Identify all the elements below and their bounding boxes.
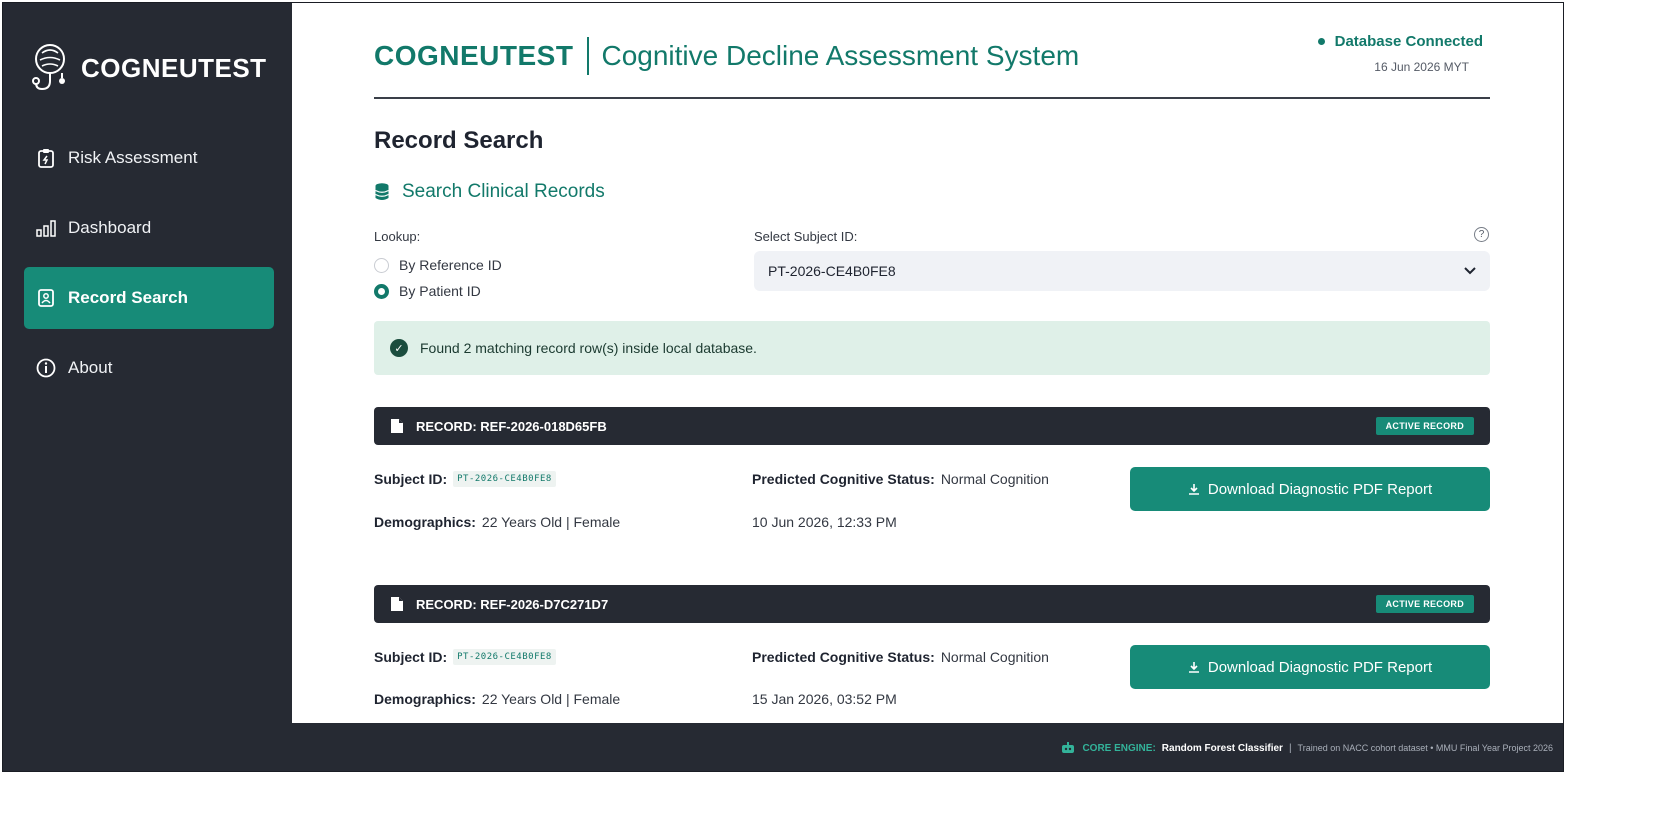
info-icon <box>36 358 56 378</box>
field-label: Subject ID: <box>374 471 448 487</box>
brand-header: COGNEUTEST Cognitive Decline Assessment … <box>374 37 1079 75</box>
subject-id-code: PT-2026-CE4B0FE8 <box>453 471 556 487</box>
status-dot-icon <box>1317 38 1325 45</box>
field-label: Subject ID: <box>374 649 448 665</box>
field-label: Demographics: <box>374 691 476 707</box>
main-content: COGNEUTEST Cognitive Decline Assessment … <box>292 3 1563 723</box>
subject-id-code: PT-2026-CE4B0FE8 <box>453 649 556 665</box>
record-timestamp: 10 Jun 2026, 12:33 PM <box>752 514 897 530</box>
demographics-field: Demographics: 22 Years Old | Female <box>374 691 620 707</box>
logo: COGNEUTEST <box>29 41 267 95</box>
radio-label: By Patient ID <box>399 283 481 299</box>
alert-text: Found 2 matching record row(s) inside lo… <box>420 340 757 356</box>
subject-id-label: Select Subject ID: <box>754 229 858 244</box>
page-title: Record Search <box>374 127 544 154</box>
record-header: RECORD: REF-2026-018D65FB ACTIVE RECORD <box>374 407 1490 445</box>
record-ref: RECORD: REF-2026-D7C271D7 <box>416 596 609 612</box>
db-date: 16 Jun 2026 MYT <box>1374 60 1469 74</box>
predicted-status-field: Predicted Cognitive Status: Normal Cogni… <box>752 649 1049 665</box>
radio-by-patient-id[interactable]: By Patient ID <box>374 283 481 299</box>
core-engine-label: CORE ENGINE: <box>1082 742 1156 754</box>
document-icon <box>391 419 403 433</box>
field-value: 22 Years Old | Female <box>481 514 621 530</box>
subject-id-field: Subject ID: PT-2026-CE4B0FE8 <box>374 471 556 487</box>
sidebar-item-label: Risk Assessment <box>68 148 198 167</box>
footer-note: Trained on NACC cohort dataset • MMU Fin… <box>1297 743 1553 753</box>
field-value: Normal Cognition <box>940 649 1049 665</box>
record-header: RECORD: REF-2026-D7C271D7 ACTIVE RECORD <box>374 585 1490 623</box>
app-window: COGNEUTEST Risk Assessment Dashboard Rec… <box>2 2 1564 772</box>
demographics-field: Demographics: 22 Years Old | Female <box>374 514 620 530</box>
db-status-text: Database Connected <box>1334 33 1483 50</box>
brand-name: COGNEUTEST <box>374 40 574 71</box>
sidebar-item-label: Dashboard <box>68 218 152 237</box>
subject-id-select[interactable]: PT-2026-CE4B0FE8 <box>754 251 1490 291</box>
database-status: Database Connected 16 Jun 2026 MYT <box>1317 33 1483 74</box>
brain-stethoscope-logo-icon <box>32 44 65 91</box>
brand-subtitle: Cognitive Decline Assessment System <box>601 40 1080 71</box>
logo-text: COGNEUTEST <box>81 52 267 83</box>
section-title: Search Clinical Records <box>374 181 605 203</box>
download-icon <box>1188 662 1199 673</box>
field-label: Predicted Cognitive Status: <box>752 471 935 487</box>
download-pdf-button[interactable]: Download Diagnostic PDF Report <box>1130 467 1490 511</box>
button-label: Download Diagnostic PDF Report <box>1207 480 1433 498</box>
section-title-text: Search Clinical Records <box>402 181 605 202</box>
field-label: Demographics: <box>374 514 476 530</box>
subject-id-field: Subject ID: PT-2026-CE4B0FE8 <box>374 649 556 665</box>
lookup-label: Lookup: <box>374 229 421 244</box>
brand-divider <box>587 37 590 75</box>
radio-button[interactable] <box>374 283 389 299</box>
clipboard-icon <box>36 148 56 168</box>
footer-separator: | <box>1288 742 1292 754</box>
radio-button[interactable] <box>374 257 389 273</box>
field-value: 22 Years Old | Female <box>481 691 621 707</box>
record-timestamp: 15 Jan 2026, 03:52 PM <box>752 691 897 707</box>
download-pdf-button[interactable]: Download Diagnostic PDF Report <box>1130 645 1490 689</box>
id-card-icon <box>36 288 56 308</box>
sidebar-item-label: Record Search <box>68 288 188 307</box>
check-circle-icon: ✓ <box>390 339 408 357</box>
button-label: Download Diagnostic PDF Report <box>1207 658 1433 676</box>
database-icon <box>375 183 389 200</box>
radio-by-reference-id[interactable]: By Reference ID <box>374 257 502 273</box>
status-badge: ACTIVE RECORD <box>1375 595 1474 613</box>
robot-icon <box>1062 742 1075 753</box>
sidebar: COGNEUTEST Risk Assessment Dashboard Rec… <box>3 3 292 723</box>
field-value: Normal Cognition <box>940 471 1049 487</box>
radio-label: By Reference ID <box>399 257 502 273</box>
chevron-down-icon <box>1464 267 1476 275</box>
timestamp-text: 15 Jan 2026, 03:52 PM <box>752 691 897 707</box>
status-badge: ACTIVE RECORD <box>1375 417 1474 435</box>
sidebar-item-dashboard[interactable]: Dashboard <box>24 197 274 259</box>
document-icon <box>391 597 403 611</box>
timestamp-text: 10 Jun 2026, 12:33 PM <box>752 514 897 530</box>
field-label: Predicted Cognitive Status: <box>752 649 935 665</box>
core-engine-value: Random Forest Classifier <box>1161 742 1283 754</box>
subject-id-value: PT-2026-CE4B0FE8 <box>768 263 896 279</box>
help-icon[interactable]: ? <box>1474 227 1489 242</box>
sidebar-item-record-search[interactable]: Record Search <box>24 267 274 329</box>
sidebar-item-about[interactable]: About <box>24 337 274 399</box>
success-alert: ✓ Found 2 matching record row(s) inside … <box>374 321 1490 375</box>
sidebar-item-label: About <box>68 358 113 377</box>
download-icon <box>1188 484 1199 495</box>
bar-chart-icon <box>36 218 56 238</box>
predicted-status-field: Predicted Cognitive Status: Normal Cogni… <box>752 471 1049 487</box>
sidebar-item-risk-assessment[interactable]: Risk Assessment <box>24 127 274 189</box>
record-ref: RECORD: REF-2026-018D65FB <box>416 418 607 434</box>
header-divider <box>374 97 1490 99</box>
footer: CORE ENGINE: Random Forest Classifier | … <box>292 723 1563 771</box>
